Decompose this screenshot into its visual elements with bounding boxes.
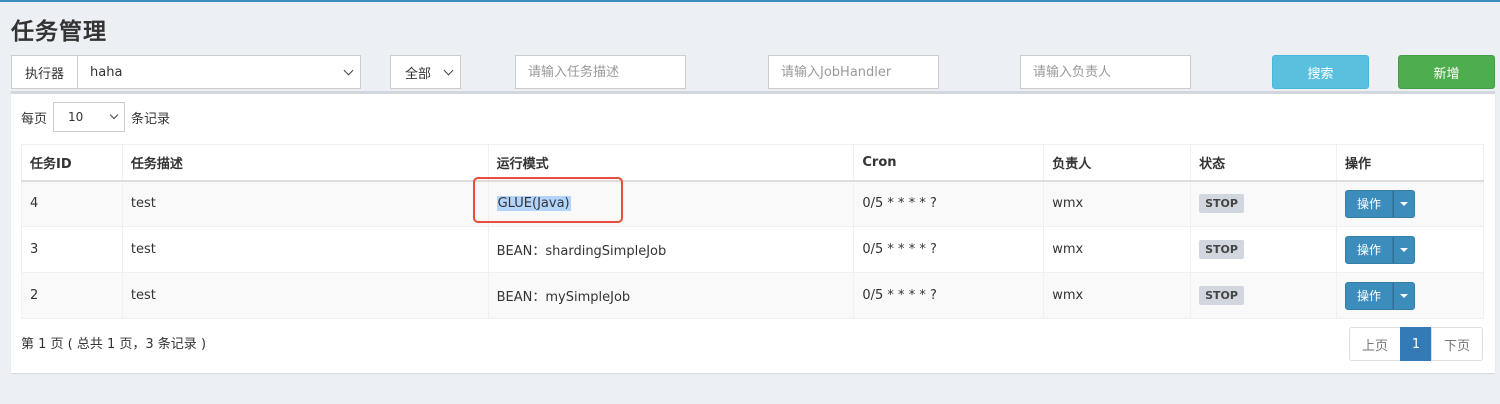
- current-page-button[interactable]: 1: [1400, 327, 1432, 361]
- cell-ops: 操作: [1336, 272, 1484, 319]
- cell-cron: 0/5 * * * * ?: [853, 180, 1045, 227]
- table-row: 3 test BEAN：shardingSimpleJob 0/5 * * * …: [21, 226, 1484, 273]
- cell-mode: GLUE(Java): [472, 177, 855, 227]
- highlighted-mode: GLUE(Java): [472, 177, 623, 224]
- job-desc-input[interactable]: [515, 55, 686, 89]
- cell-author: wmx: [1043, 226, 1192, 273]
- filter-bar: 执行器 haha 全部 搜索 新增: [0, 55, 1500, 89]
- col-header-id[interactable]: 任务ID: [21, 144, 123, 182]
- operation-caret[interactable]: [1393, 235, 1416, 264]
- status-badge: STOP: [1199, 286, 1244, 305]
- executor-group: 执行器 haha: [11, 55, 361, 89]
- job-list-panel: 每页 10 条记录 任务ID 任务描述 运行模式 Cron 负责人 状态 操作 …: [11, 91, 1495, 373]
- operation-button[interactable]: 操作: [1345, 189, 1394, 218]
- cell-cron: 0/5 * * * * ?: [853, 226, 1045, 273]
- cell-desc: test: [121, 226, 489, 273]
- author-input[interactable]: [1020, 55, 1191, 89]
- page-length-prefix: 每页: [21, 111, 48, 127]
- executor-select[interactable]: haha: [78, 56, 360, 88]
- executor-select-value: haha: [90, 64, 123, 80]
- col-header-ops[interactable]: 操作: [1336, 144, 1484, 182]
- page-length-select[interactable]: 10: [53, 102, 126, 132]
- chevron-down-icon: [109, 110, 119, 120]
- cell-desc: test: [121, 180, 489, 227]
- cell-ops: 操作: [1336, 180, 1484, 227]
- search-button[interactable]: 搜索: [1272, 55, 1369, 89]
- page-length-value: 10: [68, 110, 84, 124]
- operation-caret[interactable]: [1393, 189, 1416, 218]
- job-table: 任务ID 任务描述 运行模式 Cron 负责人 状态 操作 4 test GLU…: [21, 144, 1484, 319]
- cell-id: 4: [21, 180, 123, 227]
- cell-id: 3: [21, 226, 123, 273]
- caret-down-icon: [1400, 201, 1409, 206]
- col-header-author[interactable]: 负责人: [1043, 144, 1192, 182]
- cell-mode: BEAN：shardingSimpleJob: [487, 226, 855, 273]
- cell-desc: test: [121, 272, 489, 319]
- pagination: 上页 1 下页: [1349, 327, 1483, 361]
- operation-dropdown[interactable]: 操作: [1345, 189, 1416, 218]
- cell-status: STOP: [1190, 226, 1338, 273]
- job-handler-input[interactable]: [768, 55, 939, 89]
- cell-author: wmx: [1043, 272, 1192, 319]
- status-select[interactable]: 全部: [390, 55, 461, 89]
- add-button[interactable]: 新增: [1398, 55, 1495, 89]
- cell-status: STOP: [1190, 180, 1338, 227]
- col-header-status[interactable]: 状态: [1190, 144, 1338, 182]
- col-header-desc[interactable]: 任务描述: [121, 144, 489, 182]
- page-length-suffix: 条记录: [131, 111, 171, 127]
- caret-down-icon: [1400, 293, 1409, 298]
- cell-id: 2: [21, 272, 123, 319]
- chevron-down-icon: [343, 65, 354, 76]
- cell-mode: BEAN：mySimpleJob: [487, 272, 855, 319]
- operation-dropdown[interactable]: 操作: [1345, 281, 1416, 310]
- caret-down-icon: [1400, 247, 1409, 252]
- cell-author: wmx: [1043, 180, 1192, 227]
- cell-status: STOP: [1190, 272, 1338, 319]
- operation-button[interactable]: 操作: [1345, 235, 1394, 264]
- prev-page-button[interactable]: 上页: [1349, 327, 1401, 361]
- page-length-control: 每页 10 条记录: [21, 102, 170, 132]
- operation-dropdown[interactable]: 操作: [1345, 235, 1416, 264]
- top-border: [0, 0, 1500, 2]
- col-header-cron[interactable]: Cron: [853, 144, 1045, 182]
- page-title: 任务管理: [11, 19, 107, 45]
- next-page-button[interactable]: 下页: [1431, 327, 1483, 361]
- table-row: 2 test BEAN：mySimpleJob 0/5 * * * * ? wm…: [21, 272, 1484, 319]
- annotation-highlight-box: [472, 177, 623, 224]
- chevron-down-icon: [443, 65, 454, 76]
- table-info: 第 1 页 ( 总共 1 页，3 条记录 ): [21, 337, 207, 352]
- status-badge: STOP: [1199, 240, 1244, 259]
- status-select-value: 全部: [405, 66, 432, 82]
- table-row: 4 test GLUE(Java) 0/5 * * * * ? wmx STOP…: [21, 177, 1484, 227]
- cell-ops: 操作: [1336, 226, 1484, 273]
- executor-label: 执行器: [12, 56, 78, 88]
- operation-button[interactable]: 操作: [1345, 281, 1394, 310]
- status-badge: STOP: [1199, 194, 1244, 214]
- col-header-mode[interactable]: 运行模式: [487, 144, 855, 182]
- table-header-row: 任务ID 任务描述 运行模式 Cron 负责人 状态 操作: [21, 144, 1484, 182]
- operation-caret[interactable]: [1393, 281, 1416, 310]
- cell-cron: 0/5 * * * * ?: [853, 272, 1045, 319]
